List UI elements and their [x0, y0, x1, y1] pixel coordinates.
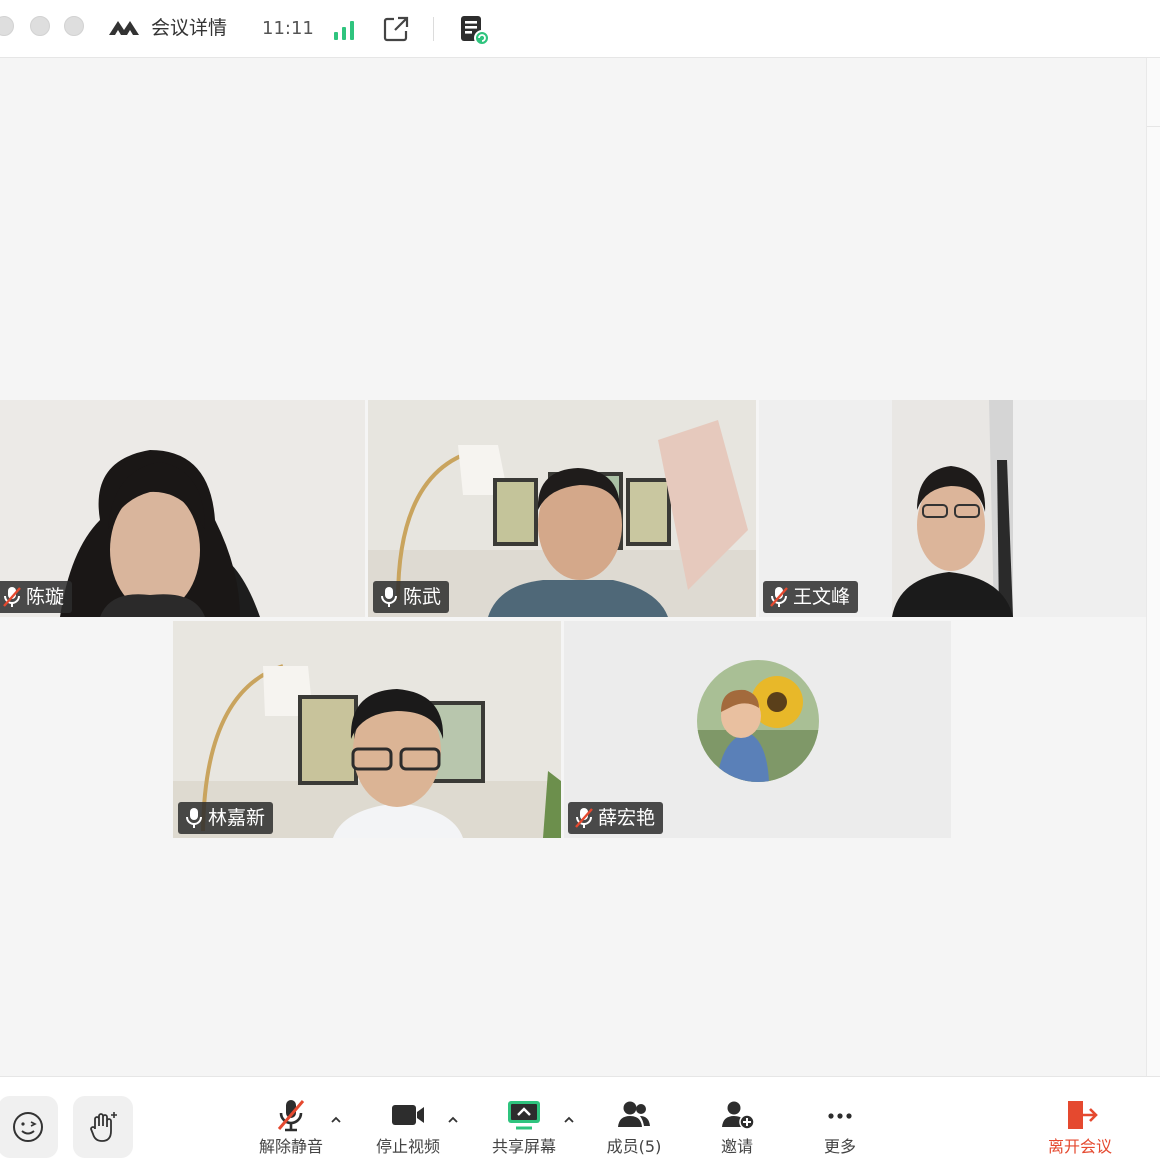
meeting-clock: 11:11: [262, 18, 314, 39]
meeting-toolbar: 解除静音 停止视频 共享屏幕 成员(5) 邀请 更多 离开会议: [0, 1076, 1160, 1173]
stop-video-label: 停止视频: [375, 1137, 440, 1156]
reaction-button[interactable]: [0, 1096, 58, 1158]
more-dots-icon: [828, 1113, 852, 1119]
video-tile-camera-off[interactable]: 薛宏艳: [564, 621, 951, 838]
members-label: 成员(5): [606, 1137, 662, 1156]
share-screen-button[interactable]: 共享屏幕: [484, 1097, 564, 1157]
participant-nametag: 陈璇: [0, 581, 73, 613]
invite-label: 邀请: [720, 1137, 753, 1156]
mic-muted-icon: [3, 587, 21, 607]
participant-nametag: 林嘉新: [178, 802, 274, 834]
more-button[interactable]: 更多: [800, 1097, 880, 1157]
mic-muted-icon: [277, 1100, 305, 1132]
document-icon[interactable]: [458, 14, 490, 46]
participant-nametag: 薛宏艳: [568, 802, 664, 834]
participant-name: 薛宏艳: [598, 807, 656, 829]
window-close-button[interactable]: [0, 16, 14, 36]
stop-video-button[interactable]: 停止视频: [368, 1097, 448, 1157]
titlebar-divider: [433, 17, 434, 41]
chevron-up-icon[interactable]: [329, 1113, 343, 1127]
emoji-icon: [13, 1112, 43, 1142]
video-tile[interactable]: 陈璇: [0, 400, 365, 617]
mic-on-icon: [381, 587, 397, 607]
leave-meeting-button[interactable]: 离开会议: [1040, 1097, 1120, 1157]
participant-name: 陈武: [403, 586, 442, 608]
title-bar: 会议详情 11:11: [0, 0, 1160, 58]
video-tile[interactable]: 王文峰: [759, 400, 1146, 617]
raise-hand-button[interactable]: [73, 1096, 133, 1158]
window-zoom-button[interactable]: [64, 16, 84, 36]
mic-muted-icon: [575, 808, 593, 828]
video-camera-icon: [392, 1105, 424, 1125]
meeting-details-title[interactable]: 会议详情: [151, 16, 227, 40]
mic-muted-icon: [770, 587, 788, 607]
add-user-icon: [722, 1101, 755, 1130]
participant-nametag: 陈武: [373, 581, 450, 613]
unmute-button[interactable]: 解除静音: [251, 1097, 331, 1157]
participant-name: 林嘉新: [208, 807, 266, 829]
chevron-up-icon[interactable]: [446, 1113, 460, 1127]
meeting-logo-icon: [109, 21, 139, 35]
unmute-label: 解除静音: [258, 1137, 323, 1156]
participant-name: 陈璇: [26, 586, 65, 608]
participant-name: 王文峰: [793, 586, 851, 608]
members-icon: [618, 1101, 650, 1127]
raise-hand-icon: [90, 1112, 117, 1142]
avatar: [697, 660, 819, 782]
members-button[interactable]: 成员(5): [594, 1097, 674, 1157]
video-tile-active-speaker[interactable]: 陈武: [368, 400, 756, 617]
share-screen-icon: [508, 1101, 540, 1130]
mic-on-icon: [186, 808, 202, 828]
share-screen-label: 共享屏幕: [491, 1137, 556, 1156]
participant-nametag: 王文峰: [763, 581, 859, 613]
window-minimize-button[interactable]: [30, 16, 50, 36]
popout-icon[interactable]: [383, 16, 409, 42]
video-tile[interactable]: 林嘉新: [173, 621, 561, 838]
signal-icon[interactable]: [332, 19, 356, 41]
side-panel-edge: [1146, 58, 1160, 1076]
more-label: 更多: [823, 1137, 856, 1156]
leave-icon: [1068, 1101, 1098, 1129]
leave-meeting-label: 离开会议: [1047, 1137, 1112, 1156]
chevron-up-icon[interactable]: [562, 1113, 576, 1127]
invite-button[interactable]: 邀请: [697, 1097, 777, 1157]
